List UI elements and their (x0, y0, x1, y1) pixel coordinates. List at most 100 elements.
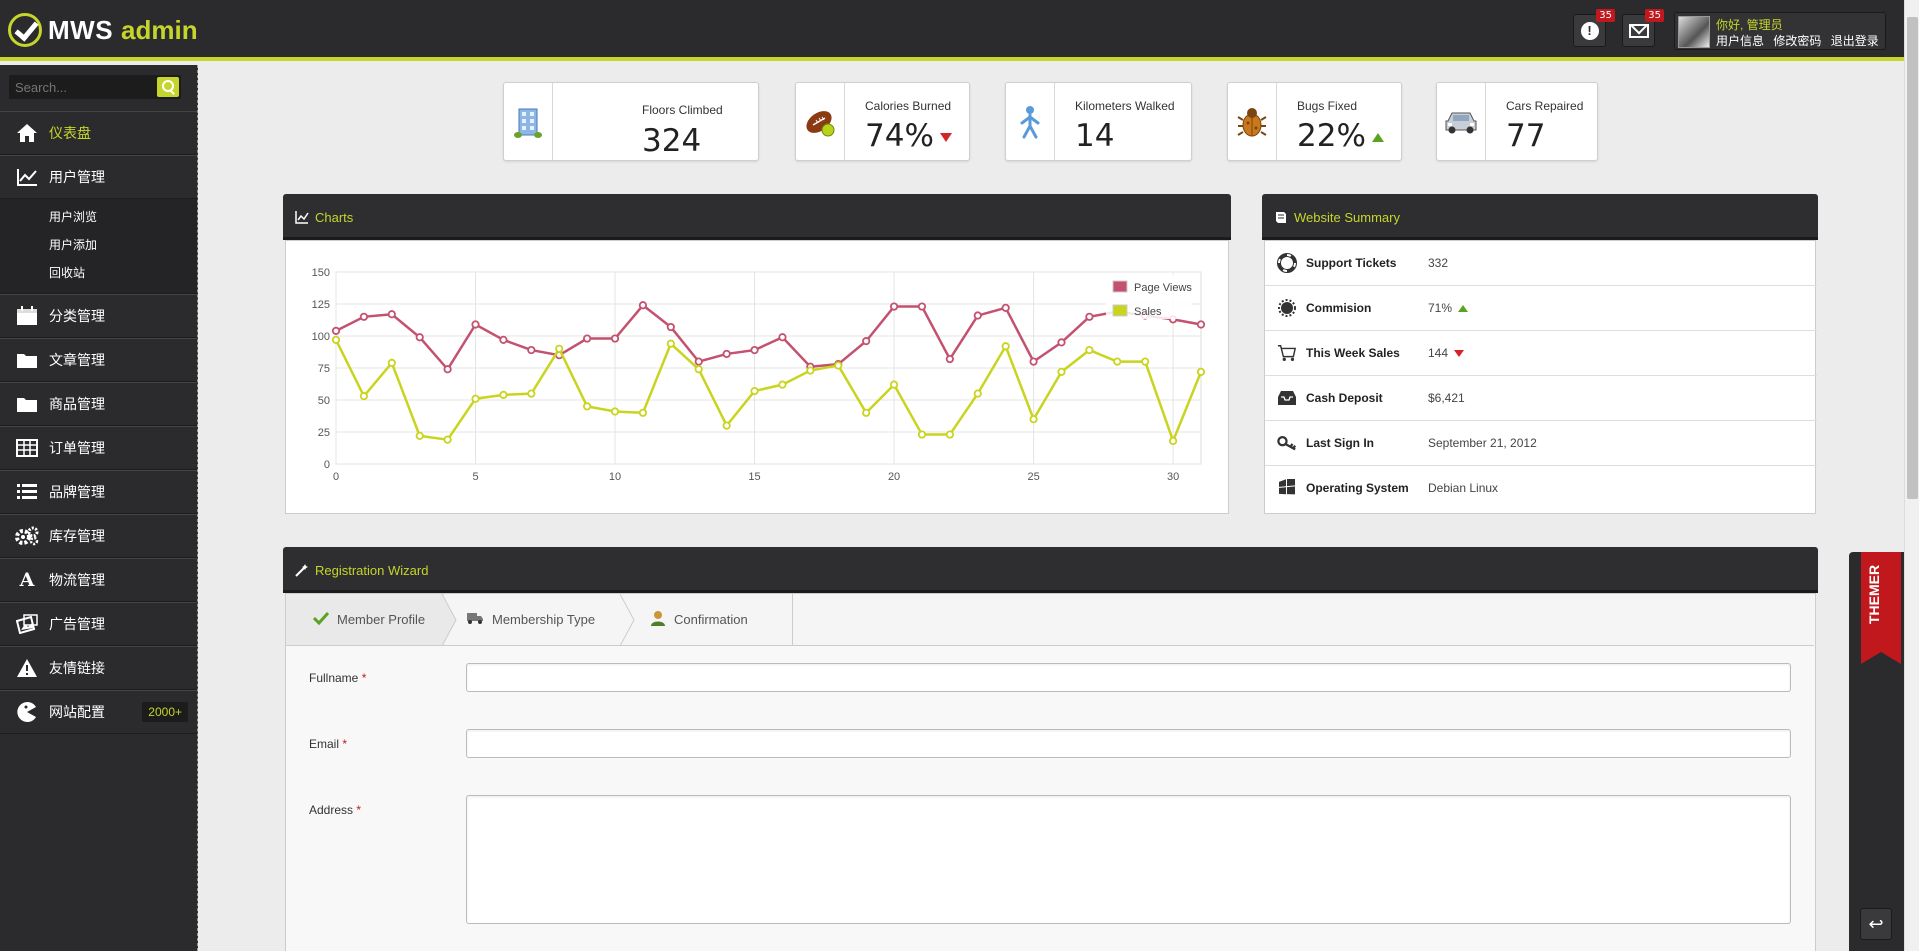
line-chart[interactable]: 0 25 50 75 100 125 150 0 5 10 15 20 25 30 Page Views Sa… (286, 241, 1228, 513)
sidebar-item-label: 库存管理 (49, 528, 105, 544)
data-point (610, 334, 620, 343)
wizard-step-member-profile[interactable]: Member Profile (286, 594, 444, 645)
building-icon (504, 83, 553, 160)
summary-value-text: 71% (1428, 301, 1453, 315)
y-tick-label: 25 (318, 427, 330, 439)
email-field[interactable] (466, 729, 1791, 758)
sidebar-item-inventory[interactable]: 库存管理 (0, 514, 197, 558)
summary-row-operating-system: Operating System Debian Linux (1265, 466, 1817, 511)
user-info-link[interactable]: 用户信息 (1716, 34, 1764, 48)
sidebar-item-site-config[interactable]: 网站配置 2000+ (0, 690, 197, 734)
logout-link[interactable]: 退出登录 (1831, 34, 1879, 48)
summary-panel-title: Website Summary (1294, 210, 1400, 225)
stat-value: 324 (642, 123, 702, 159)
data-point (973, 389, 982, 398)
sidebar-item-categories[interactable]: 分类管理 (0, 294, 197, 338)
x-tick-label: 30 (1167, 471, 1179, 483)
car-icon (1437, 83, 1486, 160)
vertical-scrollbar[interactable] (1904, 0, 1919, 951)
subnav-user-browse[interactable]: 用户浏览 (0, 203, 197, 231)
sidebar-item-logistics[interactable]: A 物流管理 (0, 558, 197, 602)
logo-check-icon (8, 13, 42, 47)
wizard-steps: Member Profile Membership Type Confirmat… (286, 594, 1814, 646)
wizard-step-label: Membership Type (492, 612, 596, 627)
sidebar-item-label: 友情链接 (49, 660, 105, 676)
data-point (443, 435, 452, 444)
data-point (583, 334, 592, 343)
stat-floors-climbed[interactable]: Floors Climbed 324 (503, 82, 759, 161)
data-point (638, 301, 648, 310)
sidebar-item-products[interactable]: 商品管理 (0, 382, 197, 426)
scrollbar-thumb[interactable] (1907, 17, 1918, 499)
trend-up-icon (1371, 133, 1384, 142)
required-marker: * (361, 671, 367, 685)
summary-row-last-sign-in: Last Sign In September 21, 2012 (1265, 421, 1817, 466)
data-point (359, 392, 369, 401)
data-point (583, 402, 592, 411)
stat-value-text: 22% (1297, 118, 1366, 154)
stat-calories-burned[interactable]: Calories Burned 74% (795, 82, 970, 161)
required-marker: * (342, 737, 348, 751)
folder-icon (14, 392, 40, 416)
legend-swatch (1112, 304, 1128, 317)
x-tick-label: 10 (609, 471, 621, 483)
exclamation-icon: ! (1580, 21, 1599, 40)
stat-value: 77 (1506, 118, 1546, 154)
wizard-step-membership-type[interactable]: Membership Type (458, 594, 620, 645)
data-point (527, 345, 536, 355)
sidebar-item-ads[interactable]: 广告管理 (0, 602, 197, 646)
address-label: Address * (309, 803, 361, 817)
sidebar-item-label: 物流管理 (49, 572, 105, 588)
sidebar-item-brands[interactable]: 品牌管理 (0, 470, 197, 514)
y-tick-label: 50 (318, 395, 330, 407)
step-separator (620, 594, 635, 646)
data-point (471, 394, 480, 403)
change-password-link[interactable]: 修改密码 (1773, 34, 1821, 48)
x-tick-label: 20 (888, 471, 900, 483)
stat-value: 14 (1075, 118, 1115, 154)
stat-value: 74% (865, 118, 952, 154)
logo[interactable]: MWS admin (8, 10, 198, 50)
subnav-user-add[interactable]: 用户添加 (0, 231, 197, 259)
wizard-panel-header: Registration Wizard (283, 547, 1818, 593)
alerts-button[interactable]: ! 35 (1573, 9, 1615, 47)
summary-panel-header: Website Summary (1262, 194, 1818, 240)
data-point (499, 335, 508, 344)
data-point (666, 322, 675, 332)
avatar[interactable] (1678, 16, 1710, 48)
stat-bugs-fixed[interactable]: Bugs Fixed 22% (1227, 82, 1402, 161)
cart-icon (1277, 343, 1297, 363)
subnav-recycle-bin[interactable]: 回收站 (0, 259, 197, 287)
users-subnav: 用户浏览 用户添加 回收站 (0, 199, 197, 294)
address-field[interactable] (466, 795, 1791, 924)
data-point (1196, 367, 1206, 376)
sidebar-item-orders[interactable]: 订单管理 (0, 426, 197, 470)
images-icon (14, 612, 40, 636)
themer-panel: THEMER ↩ (1849, 552, 1904, 951)
stat-value-text: 74% (865, 118, 934, 154)
fullname-field[interactable] (466, 663, 1791, 692)
stat-kilometers-walked[interactable]: Kilometers Walked 14 (1005, 82, 1192, 161)
sidebar-item-articles[interactable]: 文章管理 (0, 338, 197, 382)
wizard-step-confirmation[interactable]: Confirmation (636, 594, 792, 645)
themer-ribbon[interactable]: THEMER (1861, 552, 1901, 664)
data-point (750, 386, 759, 396)
data-point (1029, 357, 1038, 366)
sidebar-item-links[interactable]: 友情链接 (0, 646, 197, 690)
data-point (415, 333, 424, 342)
font-icon: A (19, 569, 35, 591)
sidebar-item-dashboard[interactable]: 仪表盘 (0, 111, 197, 155)
data-point (917, 430, 927, 439)
back-arrow-icon[interactable]: ↩ (1860, 908, 1892, 940)
logo-main-text: MWS (48, 14, 114, 45)
badge-icon (1277, 298, 1297, 318)
line-chart-icon (14, 165, 40, 189)
search-input[interactable] (9, 75, 154, 99)
y-tick-label: 100 (312, 331, 330, 343)
stat-cars-repaired[interactable]: Cars Repaired 77 (1436, 82, 1598, 161)
search-button[interactable] (157, 77, 179, 97)
messages-button[interactable]: 35 (1622, 9, 1664, 47)
data-point (499, 390, 508, 399)
sidebar-item-users[interactable]: 用户管理 (0, 155, 197, 199)
list-icon (14, 480, 40, 504)
